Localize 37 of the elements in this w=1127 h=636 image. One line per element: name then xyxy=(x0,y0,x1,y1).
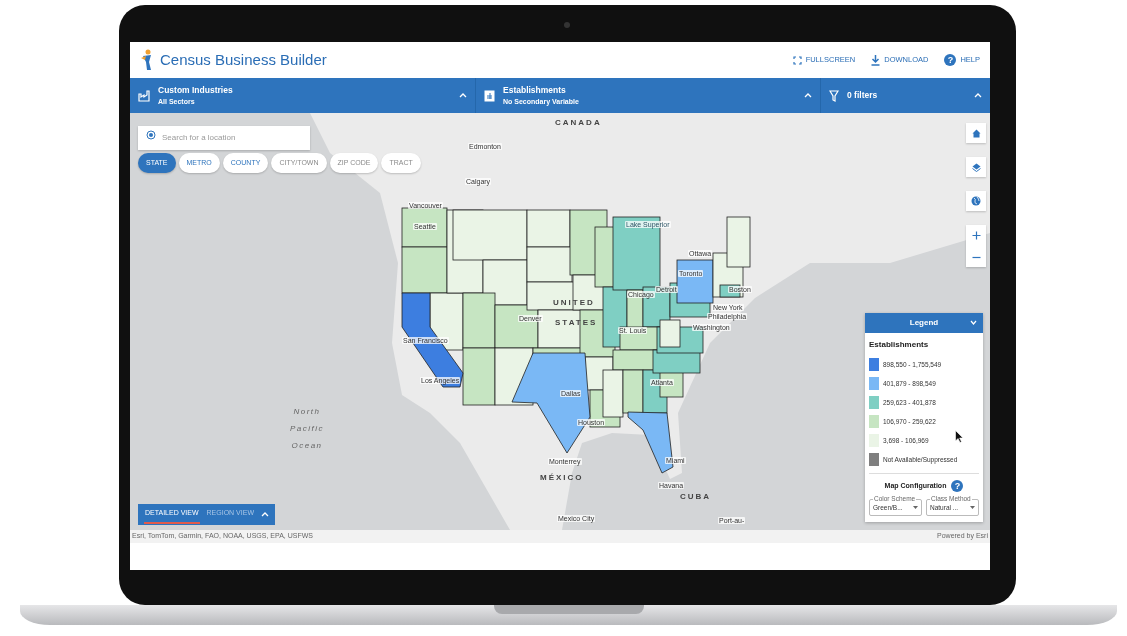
legend-title: Legend xyxy=(909,317,939,329)
app-title: Census Business Builder xyxy=(160,49,327,70)
country-label: UNITED xyxy=(553,299,595,307)
location-target-icon xyxy=(146,130,156,140)
help-icon: ? xyxy=(944,54,957,66)
country-label: MÉXICO xyxy=(540,474,584,482)
person-logo-icon xyxy=(140,49,154,71)
mouse-pointer-icon xyxy=(955,430,964,443)
chevron-down-icon xyxy=(970,320,977,325)
fullscreen-icon xyxy=(792,55,802,65)
chevron-up-icon xyxy=(261,512,269,517)
zoom-in-button[interactable] xyxy=(966,225,986,245)
layers-button[interactable] xyxy=(966,157,986,177)
camera-icon xyxy=(564,22,570,28)
legend-variable: Establishments xyxy=(868,339,930,351)
search-field[interactable]: Search for a location xyxy=(138,125,310,150)
home-button[interactable] xyxy=(966,123,986,143)
chevron-up-icon xyxy=(974,93,982,98)
minus-icon xyxy=(971,255,981,259)
legend-header[interactable]: Legend xyxy=(865,313,983,333)
country-label: CUBA xyxy=(680,493,712,501)
plus-icon xyxy=(971,230,981,240)
globe-icon xyxy=(971,196,981,206)
layers-icon xyxy=(971,162,981,172)
filter-icon xyxy=(829,89,839,102)
home-icon xyxy=(971,128,981,138)
help-icon[interactable]: ? xyxy=(951,480,964,492)
document-icon xyxy=(484,89,495,102)
caret-down-icon xyxy=(913,505,918,509)
factory-icon xyxy=(138,89,150,102)
download-icon xyxy=(871,54,881,66)
ocean-label: North Pacific Ocean xyxy=(288,406,326,452)
caret-down-icon xyxy=(970,505,975,509)
globe-button[interactable] xyxy=(966,191,986,211)
country-label: CANADA xyxy=(555,119,602,127)
chevron-up-icon xyxy=(804,93,812,98)
chevron-up-icon xyxy=(459,93,467,98)
